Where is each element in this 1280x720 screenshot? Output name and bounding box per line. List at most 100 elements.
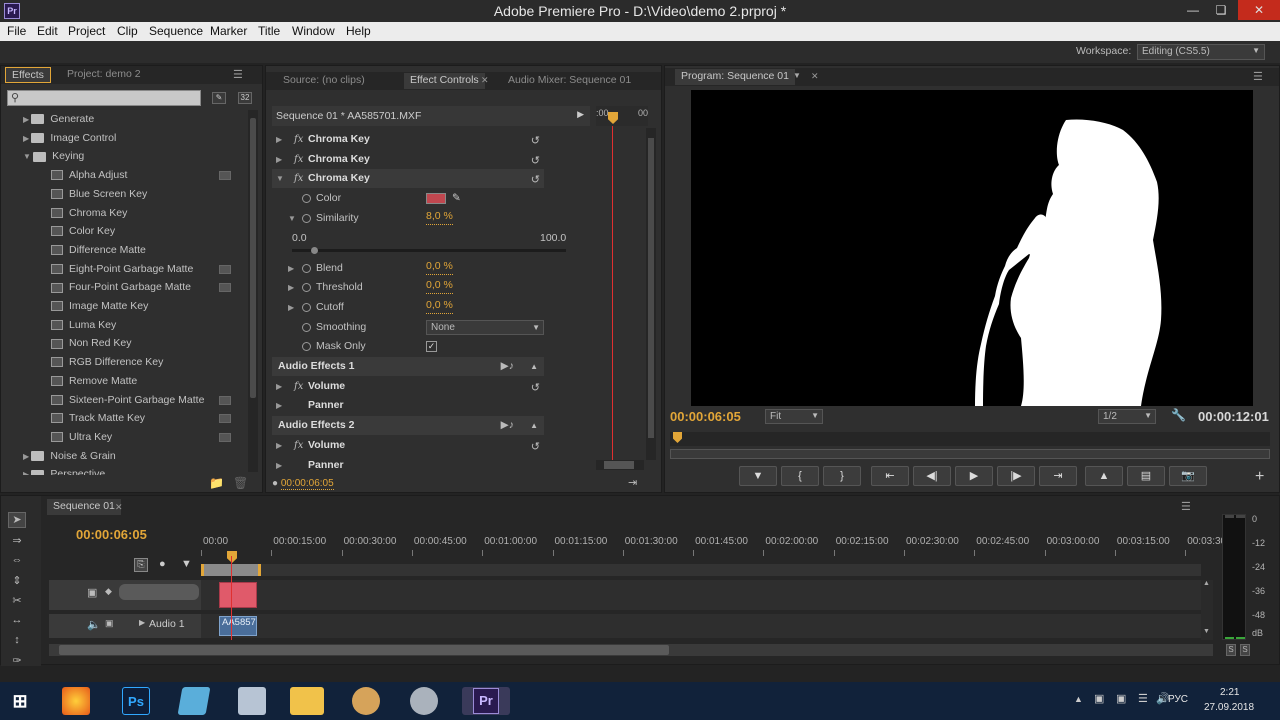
reset-icon[interactable]: ↺ [531,132,540,151]
photoshop-icon[interactable]: Ps [122,687,150,715]
notepad-icon[interactable] [177,687,211,715]
menu-window[interactable]: Window [292,24,335,38]
effect-item[interactable]: RGB Difference Key [51,353,247,371]
marker-icon[interactable]: ▼ [181,558,192,570]
tab-effect-controls[interactable]: Effect Controls [404,73,485,89]
param-row[interactable]: Smoothing None ▼ [272,318,544,337]
param-value[interactable]: 0,0 % [426,259,453,275]
reset-icon[interactable]: ↺ [531,152,540,171]
eye-icon[interactable]: ▣ [87,586,97,599]
stopwatch-icon[interactable] [302,194,311,204]
slide-tool-icon[interactable]: ↕ [8,634,26,650]
effect-item[interactable]: Track Matte Key [51,409,247,427]
reset-icon[interactable]: ↺ [531,438,540,457]
effect-folder[interactable]: ▶ Image Control [23,129,243,147]
track-vertical-scrollbar[interactable]: ▲ ▼ [1201,580,1213,640]
effects-scrollbar[interactable] [248,110,258,472]
ec-timecode-value[interactable]: 00:00:06:05 [280,478,334,490]
effect-item[interactable]: Image Matte Key [51,297,247,315]
effect-item[interactable]: Color Key [51,222,247,240]
audio-section-header[interactable]: Audio Effects 2 ▶♪ ▲ [272,416,544,436]
ec-playhead-icon[interactable] [608,112,618,124]
minimize-icon[interactable]: — [1180,0,1206,20]
paint-icon[interactable] [352,687,380,715]
tab-program[interactable]: Program: Sequence 01 [675,69,795,85]
export-frame-button[interactable]: 📷 [1169,466,1207,486]
video-clip[interactable] [219,582,257,608]
ec-scrollbar[interactable] [646,128,656,460]
razor-tool-icon[interactable]: ✂ [8,594,26,610]
panel-menu-icon[interactable]: ☰ [1181,500,1191,513]
calculator-icon[interactable] [238,687,266,715]
solo-right-button[interactable]: S [1240,644,1250,656]
snap-icon[interactable]: ⎘ [134,558,148,572]
stopwatch-icon[interactable] [302,263,311,273]
fx-toggle-icon[interactable]: fx [294,377,303,396]
step-back-button[interactable]: ◀| [913,466,951,486]
expand-icon[interactable]: ▼ [276,169,284,188]
trash-icon[interactable]: 🗑 [233,476,248,490]
tray-icon-a[interactable]: ▣ [1094,692,1104,705]
step-forward-button[interactable]: |▶ [997,466,1035,486]
timeline-ruler[interactable]: 00:00 00:00:15:00 00:00:30:00 00:00:45:00 00… [201,536,1226,556]
effect-folder[interactable]: ▼ Keying [23,147,243,165]
effect-item[interactable]: Blue Screen Key [51,185,247,203]
play-button[interactable]: ▶ [955,466,993,486]
accelerated-filter-icon[interactable]: ✎ [212,92,226,104]
lift-button[interactable]: ▲ [1085,466,1123,486]
audio-preview-icon[interactable]: ▶♪ [501,416,514,435]
tab-sequence[interactable]: Sequence 01 [47,499,121,515]
lock-icon[interactable]: ◆ [105,586,112,597]
audio-section-header[interactable]: Audio Effects 1 ▶♪ ▲ [272,357,544,376]
rate-stretch-tool-icon[interactable]: ⇕ [8,574,26,590]
effect-item[interactable]: Difference Matte [51,241,247,259]
clock-date[interactable]: 27.09.2018 [1204,702,1254,713]
effect-row[interactable]: ▶ fx Chroma Key ↺ [272,130,544,149]
effect-folder[interactable]: ▶ Generate [23,110,243,128]
audio-clip[interactable]: AA5857 [219,616,257,636]
reset-icon[interactable]: ↺ [531,171,540,190]
audio-track-header[interactable]: 🔈 ▣ ▶ Audio 1 [49,614,201,638]
expand-track-icon[interactable]: ▶ [139,618,145,627]
menu-title[interactable]: Title [258,24,280,38]
param-row[interactable]: ▶ Blend 0,0 % [272,259,544,278]
effect-item[interactable]: Ultra Key [51,428,247,446]
program-time-ruler[interactable] [670,432,1270,446]
program-playhead-icon[interactable] [673,432,682,443]
stopwatch-icon[interactable] [302,283,311,293]
param-value[interactable]: 8,0 % [426,209,453,225]
tab-audio-mixer[interactable]: Audio Mixer: Sequence 01 [508,74,631,86]
tab-effects[interactable]: Effects [5,67,51,83]
expand-icon[interactable]: ▶ [288,298,294,317]
stopwatch-icon[interactable] [302,342,311,352]
mark-out-button[interactable]: } [823,466,861,486]
firefox-icon[interactable] [62,687,90,715]
slider-track[interactable] [292,248,566,252]
effect-row[interactable]: ▶ fx Volume ↺ [272,436,544,455]
resolution-select[interactable]: 1/2 ▼ [1098,409,1156,424]
param-row[interactable]: Color ✎ [272,189,544,208]
stopwatch-icon[interactable] [302,302,311,312]
ec-timecode[interactable]: ● 00:00:06:05 [272,478,334,490]
go-to-out-button[interactable]: ⇥ [1039,466,1077,486]
expanded-icon[interactable]: ▼ [23,152,33,161]
export-icon[interactable]: ⇥ [628,476,637,489]
ripple-edit-tool-icon[interactable]: ⇔ [8,554,26,570]
smoothing-select[interactable]: None ▼ [426,319,544,335]
menu-marker[interactable]: Marker [210,24,247,38]
mark-in-button[interactable]: { [781,466,819,486]
effect-item[interactable]: Chroma Key [51,204,247,222]
color-swatch[interactable] [426,193,446,205]
audio-preview-icon[interactable]: ▶♪ [501,357,514,376]
effect-item[interactable]: Eight-Point Garbage Matte [51,260,247,278]
premiere-taskbar-button[interactable]: Pr [462,687,510,715]
pen-tool-icon[interactable]: ✑ [8,654,26,670]
menu-edit[interactable]: Edit [37,24,58,38]
effects-search-input[interactable]: ⚲ [7,90,201,106]
expand-icon[interactable]: ▼ [288,209,296,228]
zoom-fit-select[interactable]: Fit ▼ [765,409,823,424]
stopwatch-icon[interactable] [302,322,311,332]
new-bin-icon[interactable]: 📁 [209,476,224,490]
tab-project[interactable]: Project: demo 2 [67,68,141,80]
32bit-filter-icon[interactable]: 32 [238,92,252,104]
